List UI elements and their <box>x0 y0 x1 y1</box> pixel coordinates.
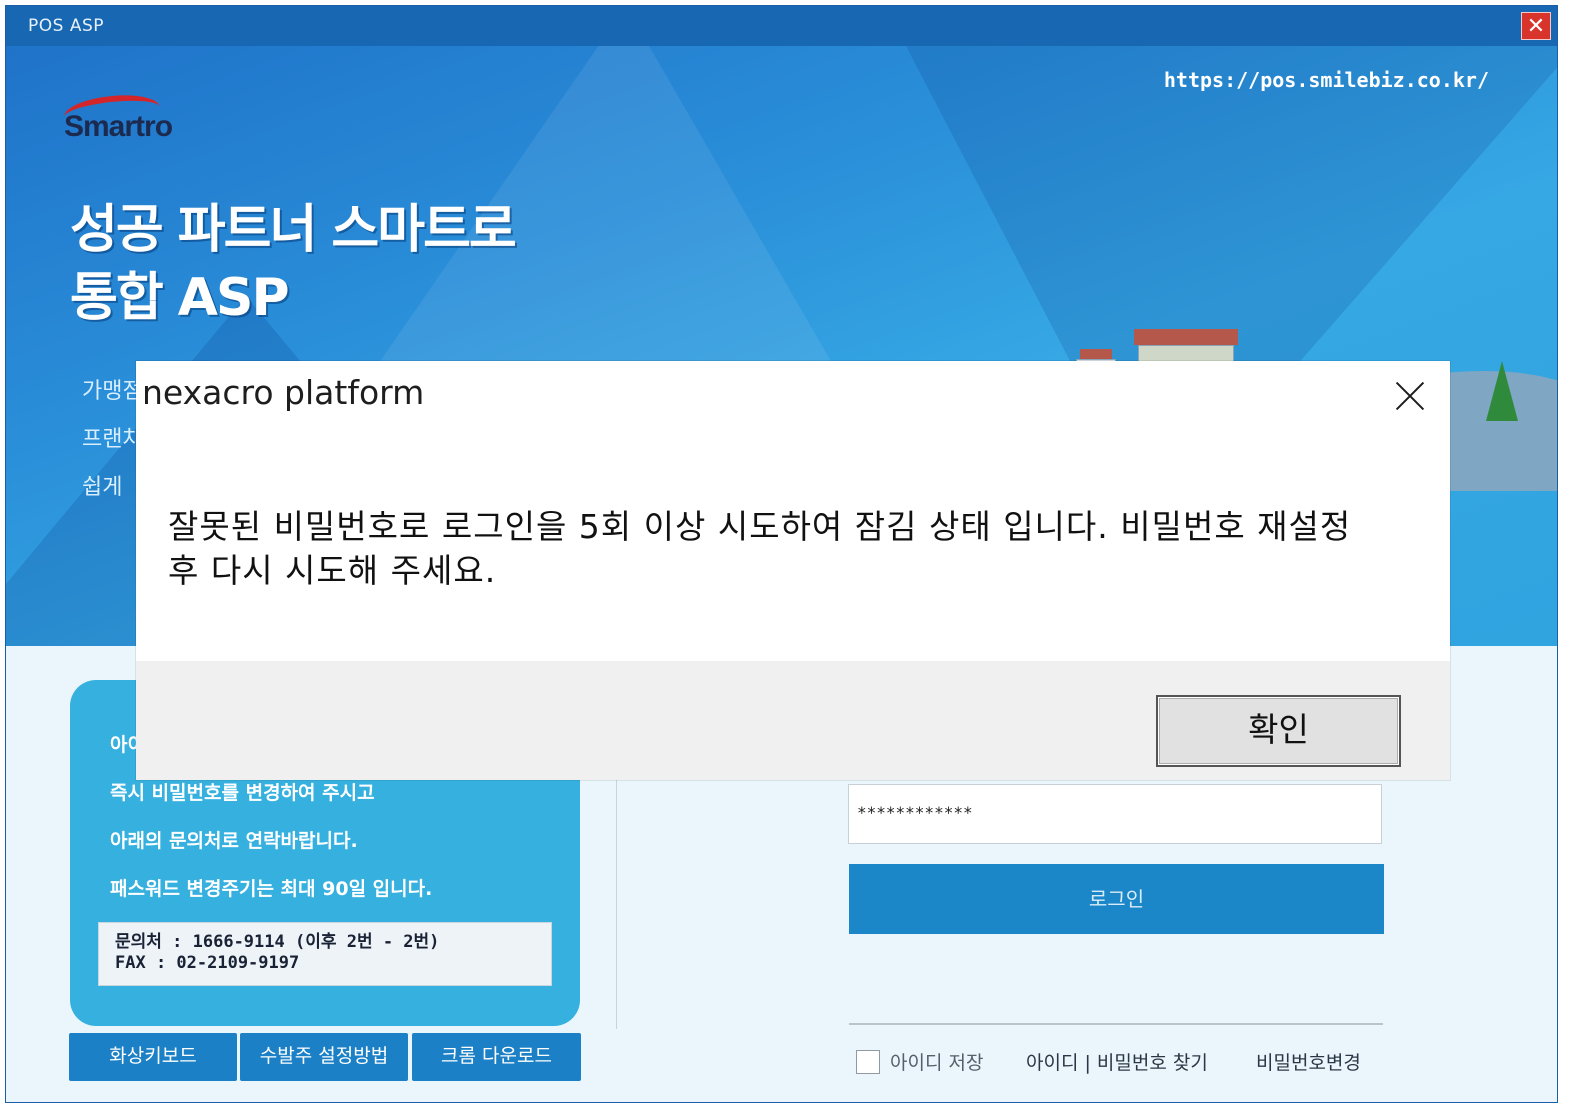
desc-line: 가맹점 <box>82 379 143 404</box>
contact-phone: 문의처 : 1666-9114 (이후 2번 - 2번) <box>115 932 440 952</box>
app-window: POS ASP ✕ https://pos.smilebiz.co.kr/ Sm… <box>5 5 1558 1103</box>
roof <box>1080 349 1112 359</box>
title-bar: POS ASP ✕ <box>6 6 1557 46</box>
contact-fax: FAX : 02-2109-9197 <box>115 953 300 973</box>
dialog-title: nexacro platform <box>142 373 425 412</box>
find-id-password-link[interactable]: 아이디 | 비밀번호 찾기 <box>1026 1048 1208 1075</box>
save-id-label[interactable]: 아이디 저장 <box>890 1048 983 1075</box>
alert-dialog: nexacro platform 잘못된 비밀번호로 로그인을 5회 이상 시도… <box>136 361 1450 780</box>
logo-wordmark: Smartro <box>64 110 173 143</box>
contact-box: 문의처 : 1666-9114 (이후 2번 - 2번) FAX : 02-21… <box>98 922 552 986</box>
notice-line: 패스워드 변경주기는 최대 90일 입니다. <box>110 878 433 900</box>
slogan: 성공 파트너 스마트로 통합 ASP <box>70 196 517 332</box>
slogan-line-1: 성공 파트너 스마트로 <box>70 200 517 260</box>
change-password-link[interactable]: 비밀번호변경 <box>1256 1048 1361 1075</box>
vertical-divider <box>616 746 617 1029</box>
close-window-button[interactable]: ✕ <box>1521 12 1551 40</box>
chrome-download-button[interactable]: 크롬 다운로드 <box>412 1033 581 1081</box>
site-url: https://pos.smilebiz.co.kr/ <box>1163 68 1489 92</box>
virtual-keyboard-button[interactable]: 화상키보드 <box>69 1033 237 1081</box>
tree <box>1486 361 1518 421</box>
dialog-footer: 확인 <box>136 661 1450 780</box>
divider <box>849 1023 1383 1025</box>
password-input[interactable]: ************ <box>848 784 1382 844</box>
close-icon[interactable] <box>1390 375 1430 415</box>
desc-line: 프랜차 <box>82 427 143 452</box>
desc-line: 쉽게 <box>82 475 123 500</box>
notice-line: 아래의 문의처로 연락바랍니다. <box>110 830 358 852</box>
confirm-button[interactable]: 확인 <box>1156 695 1401 767</box>
notice-line: 즉시 비밀번호를 변경하여 주시고 <box>110 782 375 804</box>
smartro-logo: Smartro <box>60 91 210 152</box>
save-id-checkbox[interactable] <box>856 1050 880 1074</box>
window-title: POS ASP <box>28 16 104 36</box>
hero-description: 가맹점 프랜차 쉽게 <box>82 368 143 512</box>
slogan-line-2: 통합 ASP <box>70 268 290 328</box>
dialog-message: 잘못된 비밀번호로 로그인을 5회 이상 시도하여 잠김 상태 입니다. 비밀번… <box>168 507 1352 590</box>
login-button[interactable]: 로그인 <box>849 864 1384 934</box>
roof <box>1134 329 1238 345</box>
order-setup-guide-button[interactable]: 수발주 설정방법 <box>240 1033 408 1081</box>
